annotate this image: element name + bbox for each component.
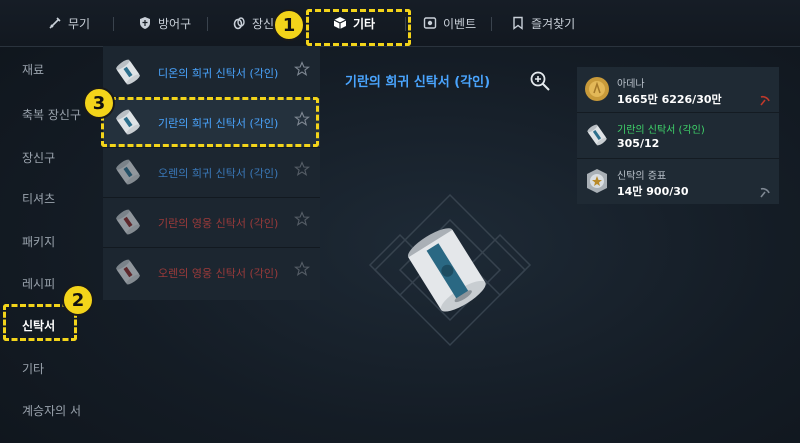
token-icon <box>583 167 611 195</box>
event-icon <box>423 16 437 30</box>
tab-label: 이벤트 <box>443 16 477 31</box>
material-name: 기란의 신탁서 (각인) <box>617 125 705 136</box>
favorite-star-icon[interactable] <box>293 261 311 277</box>
sidebar-item-etc[interactable]: 기타 <box>22 360 44 377</box>
scroll-icon <box>111 55 145 89</box>
material-count: 14만 900/30 <box>617 185 689 198</box>
material-count: 1665만 6226/30만 <box>617 93 722 106</box>
material-name: 아데나 <box>617 79 645 90</box>
material-name: 신탁의 증표 <box>617 171 667 182</box>
material-count: 305/12 <box>617 137 660 150</box>
coin-icon <box>583 75 611 103</box>
tab-label: 장신 <box>252 16 275 31</box>
step-badge-2: 2 <box>62 284 94 316</box>
zoom-in-icon[interactable] <box>529 70 551 92</box>
favorite-star-icon[interactable] <box>293 211 311 227</box>
scroll-icon <box>583 121 611 149</box>
scroll-icon <box>111 255 145 289</box>
item-name: 오렌의 희귀 신탁서 (각인) <box>158 167 279 180</box>
material-row: 아데나 1665만 6226/30만 <box>577 67 779 113</box>
large-scroll-icon <box>407 228 486 312</box>
tab-label: 즐겨찾기 <box>531 16 576 31</box>
tab-label: 방어구 <box>158 16 192 31</box>
bookmark-icon <box>511 16 525 30</box>
tab-weapon[interactable]: 무기 <box>48 0 90 46</box>
item-name: 디온의 희귀 신탁서 (각인) <box>158 67 279 80</box>
tab-divider <box>207 17 208 31</box>
detail-title: 기란의 희귀 신탁서 (각인) <box>345 75 491 90</box>
material-row: 신탁의 증표 14만 900/30 <box>577 159 779 204</box>
pickaxe-icon[interactable] <box>759 92 771 106</box>
sidebar-item-tshirt[interactable]: 티셔츠 <box>22 190 55 207</box>
materials-panel: 아데나 1665만 6226/30만 기란의 신탁서 (각인) 305/12 신… <box>577 67 779 204</box>
sidebar-item-material[interactable]: 재료 <box>22 61 44 78</box>
favorite-star-icon[interactable] <box>293 161 311 177</box>
tab-accessory[interactable]: 장신 <box>232 0 274 46</box>
shield-icon <box>138 16 152 30</box>
step-badge-3: 3 <box>83 87 115 119</box>
list-item[interactable]: 디온의 희귀 신탁서 (각인) <box>103 48 320 98</box>
material-row: 기란의 신탁서 (각인) 305/12 <box>577 113 779 159</box>
favorite-star-icon[interactable] <box>293 61 311 77</box>
sidebar-item-package[interactable]: 패키지 <box>22 233 55 250</box>
step-badge-1: 1 <box>273 9 305 41</box>
tab-favorites[interactable]: 즐겨찾기 <box>511 0 575 46</box>
sidebar-item-recipe[interactable]: 레시피 <box>22 275 55 292</box>
ring-icon <box>232 16 246 30</box>
tab-event[interactable]: 이벤트 <box>423 0 476 46</box>
item-name: 오렌의 영웅 신탁서 (각인) <box>158 267 279 280</box>
pickaxe-icon[interactable] <box>759 184 771 198</box>
highlight-box-1 <box>306 9 411 46</box>
sidebar-item-accessory[interactable]: 장신구 <box>22 149 55 166</box>
scroll-icon <box>111 205 145 239</box>
highlight-box-3 <box>101 97 319 147</box>
list-item[interactable]: 오렌의 희귀 신탁서 (각인) <box>103 148 320 198</box>
list-item[interactable]: 오렌의 영웅 신탁서 (각인) <box>103 248 320 297</box>
sidebar-item-blessed-accessory[interactable]: 축복 장신구 <box>22 106 81 123</box>
tab-divider <box>113 17 114 31</box>
scroll-icon <box>111 155 145 189</box>
list-item[interactable]: 기란의 영웅 신탁서 (각인) <box>103 198 320 248</box>
tab-armor[interactable]: 방어구 <box>138 0 191 46</box>
item-name: 기란의 영웅 신탁서 (각인) <box>158 217 279 230</box>
tab-label: 무기 <box>68 16 91 31</box>
sword-icon <box>48 16 62 30</box>
sidebar-item-successor-book[interactable]: 계승자의 서 <box>22 402 81 419</box>
item-illustration <box>330 180 570 380</box>
item-list: 디온의 희귀 신탁서 (각인) 기란의 희귀 신탁서 (각인) 오렌의 희귀 신… <box>103 46 320 300</box>
tab-divider <box>491 17 492 31</box>
